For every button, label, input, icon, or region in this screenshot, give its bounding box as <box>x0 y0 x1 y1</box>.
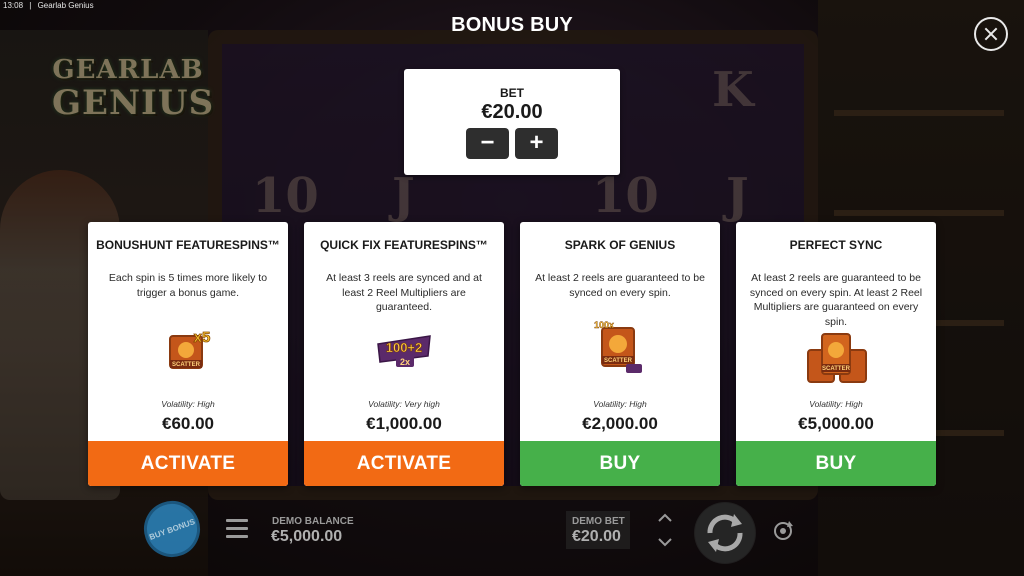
demo-balance-value: €5,000.00 <box>271 528 343 545</box>
status-separator: | <box>29 1 32 10</box>
autoplay-icon[interactable] <box>771 519 795 543</box>
hamburger-icon <box>226 519 248 522</box>
card-description: At least 2 reels are guaranteed to be sy… <box>535 272 705 299</box>
demo-bet-label: DEMO BET <box>572 516 625 527</box>
card-price: €60.00 <box>162 414 214 433</box>
bet-selector: BET €20.00 − + <box>404 69 620 175</box>
decrease-bet-button[interactable]: − <box>466 128 509 159</box>
icon-multiplier-text: 100x <box>594 320 614 330</box>
bonus-buy-title: BONUS BUY <box>451 14 573 36</box>
card-volatility: Volatility: High <box>161 399 215 409</box>
scatter-multiplier-icon: SCATTER 100x <box>594 320 642 373</box>
card-price: €2,000.00 <box>582 414 658 433</box>
activate-button[interactable]: ACTIVATE <box>88 441 288 486</box>
demo-balance-label: DEMO BALANCE <box>272 516 354 527</box>
buy-bonus-label: BUY BONUS <box>147 516 197 542</box>
buy-button[interactable]: BUY <box>736 441 936 486</box>
chevron-up-icon[interactable] <box>657 513 673 523</box>
card-description: At least 2 reels are guaranteed to be sy… <box>749 272 923 328</box>
card-volatility: Volatility: High <box>809 399 863 409</box>
demo-bet-value: €20.00 <box>572 528 621 545</box>
bonus-card-perfect-sync: PERFECT SYNC At least 2 reels are guaran… <box>736 222 936 486</box>
card-title: PERFECT SYNC <box>789 238 883 252</box>
bonus-card-quick-fix: QUICK FIX FEATURESPINS™ At least 3 reels… <box>304 222 504 486</box>
card-description: Each spin is 5 times more likely to trig… <box>108 272 268 299</box>
scatter-stack-icon: SCATTER <box>807 333 867 383</box>
icon-sub-text: SCATTER <box>604 358 633 364</box>
status-bar: 13:08 | Gearlab Genius <box>0 0 200 11</box>
card-title: BONUSHUNT FEATURESPINS™ <box>96 238 280 252</box>
minus-icon: − <box>480 129 495 156</box>
icon-sub-text: 2x <box>400 357 410 367</box>
card-description: At least 3 reels are synced and at least… <box>326 272 482 313</box>
scatter-x5-icon: SCATTER x5 <box>169 329 211 369</box>
card-title: SPARK OF GENIUS <box>564 238 676 252</box>
card-volatility: Volatility: High <box>593 399 647 409</box>
icon-sub-text: SCATTER <box>172 362 201 368</box>
bonus-card-spark-of-genius: SPARK OF GENIUS At least 2 reels are gua… <box>520 222 720 486</box>
bet-label: BET <box>500 86 524 100</box>
status-app-name: Gearlab Genius <box>37 1 94 10</box>
icon-multiplier-text: 100+2 <box>386 340 423 355</box>
spin-button[interactable] <box>694 502 756 564</box>
multiplier-badge-icon: 100+2 2x <box>377 335 431 367</box>
card-title: QUICK FIX FEATURESPINS™ <box>320 238 488 252</box>
bet-value: €20.00 <box>481 101 543 123</box>
card-volatility: Volatility: Very high <box>368 399 440 409</box>
close-button[interactable] <box>974 17 1008 51</box>
buy-button[interactable]: BUY <box>520 441 720 486</box>
increase-bet-button[interactable]: + <box>515 128 558 159</box>
icon-multiplier-text: x5 <box>194 329 211 346</box>
card-price: €5,000.00 <box>798 414 874 433</box>
activate-button[interactable]: ACTIVATE <box>304 441 504 486</box>
plus-icon: + <box>529 129 544 156</box>
bonus-card-bonushunt: BONUSHUNT FEATURESPINS™ Each spin is 5 t… <box>88 222 288 486</box>
icon-sub-text: SCATTER <box>822 366 851 372</box>
card-price: €1,000.00 <box>366 414 442 433</box>
chevron-down-icon[interactable] <box>657 537 673 547</box>
status-time: 13:08 <box>3 1 24 10</box>
menu-button[interactable] <box>226 519 248 539</box>
